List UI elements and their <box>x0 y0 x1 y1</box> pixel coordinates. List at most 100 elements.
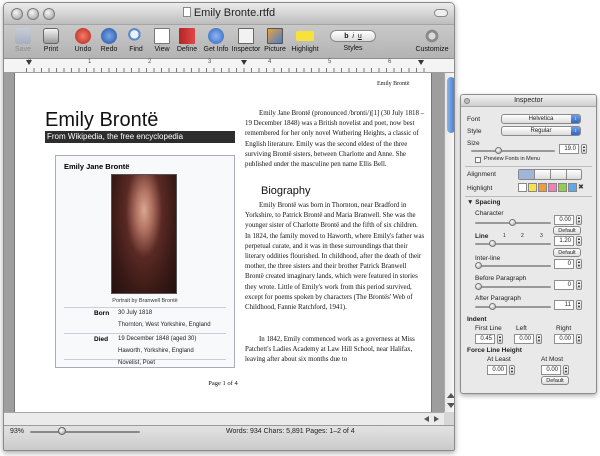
styles-control[interactable]: b i u Styles <box>329 28 377 52</box>
scroll-right-arrow-icon[interactable] <box>434 416 439 422</box>
size-field[interactable]: 19.0 <box>559 144 579 154</box>
line-default-button[interactable]: Default <box>553 248 581 257</box>
force-line-height-label: Force Line Height <box>467 347 522 354</box>
line-spacing-slider[interactable] <box>475 243 551 245</box>
clear-highlight-icon[interactable]: ✖ <box>578 183 584 191</box>
character-label: Character <box>475 210 504 217</box>
line-spacing-slider-knob[interactable] <box>489 240 496 247</box>
page[interactable]: Emily Brontë Emily Brontë From Wikipedia… <box>14 73 432 412</box>
view-button[interactable]: View <box>150 28 174 53</box>
interline-slider[interactable] <box>475 265 551 267</box>
interline-field[interactable]: 0 <box>554 259 574 269</box>
zoom-slider-knob[interactable] <box>58 427 66 435</box>
size-slider[interactable] <box>471 150 555 152</box>
scroll-left-arrow-icon[interactable] <box>424 416 429 422</box>
alignment-control[interactable] <box>518 169 582 180</box>
line-spacing-field[interactable]: 1.20 <box>554 236 574 246</box>
save-button[interactable]: Save <box>10 28 36 53</box>
force-line-height-default-button[interactable]: Default <box>541 376 569 385</box>
underline-glyph[interactable]: u <box>358 33 362 40</box>
before-paragraph-slider[interactable] <box>475 286 551 288</box>
right-indent-field[interactable]: 0.00 <box>554 334 574 344</box>
interline-stepper[interactable]: ▲ ▼ <box>576 259 582 269</box>
highlight-swatch[interactable] <box>528 183 537 192</box>
ruler-number: 6 <box>388 59 392 65</box>
redo-label: Redo <box>100 46 118 53</box>
spacing-label: Spacing <box>475 199 501 206</box>
at-least-field[interactable]: 0.00 <box>487 365 507 375</box>
vertical-scroll-thumb[interactable] <box>447 77 454 133</box>
divider <box>64 333 226 334</box>
define-button[interactable]: Define <box>174 28 200 53</box>
align-center-icon[interactable] <box>535 170 551 179</box>
character-default-button[interactable]: Default <box>553 226 581 235</box>
at-least-label: At Least <box>487 356 511 363</box>
font-popup[interactable]: Helvetica ↕ <box>501 114 581 124</box>
first-line-field[interactable]: 0.45 <box>475 334 495 344</box>
title-bar[interactable]: Emily Bronte.rtfd <box>4 3 454 25</box>
page-footer: Page 1 of 4 <box>208 380 238 387</box>
italic-glyph[interactable]: i <box>352 33 354 40</box>
get-info-button[interactable]: Get Info <box>202 28 230 53</box>
font-label: Font <box>467 116 481 123</box>
before-paragraph-field[interactable]: 0 <box>554 280 574 290</box>
find-button[interactable]: Find <box>124 28 148 53</box>
font-value: Helvetica <box>528 116 554 122</box>
scroll-up-arrow-icon[interactable] <box>447 393 454 398</box>
at-least-stepper[interactable]: ▲ ▼ <box>509 365 515 375</box>
divider <box>465 166 592 167</box>
highlight-swatch[interactable] <box>518 183 527 192</box>
highlight-button[interactable]: Highlight <box>289 28 321 53</box>
after-paragraph-stepper[interactable]: ▲ ▼ <box>576 300 582 310</box>
at-most-field[interactable]: 0.00 <box>541 365 561 375</box>
size-slider-knob[interactable] <box>495 147 502 154</box>
highlight-swatch[interactable] <box>568 183 577 192</box>
ruler-ticks <box>26 68 426 72</box>
left-indent-field[interactable]: 0.00 <box>514 334 534 344</box>
horizontal-scrollbar[interactable] <box>4 412 444 425</box>
inspector-icon <box>238 28 254 44</box>
right-indent-stepper[interactable]: ▲ ▼ <box>576 334 582 344</box>
before-paragraph-slider-knob[interactable] <box>475 283 482 290</box>
after-paragraph-slider-knob[interactable] <box>489 303 496 310</box>
line-spacing-stepper[interactable]: ▲ ▼ <box>576 236 582 246</box>
customize-button[interactable]: Customize <box>414 28 450 53</box>
highlight-swatch[interactable] <box>538 183 547 192</box>
bold-glyph[interactable]: b <box>344 33 348 40</box>
size-stepper[interactable]: ▲ ▼ <box>581 144 587 154</box>
character-stepper[interactable]: ▲ ▼ <box>576 215 582 225</box>
print-button[interactable]: Print <box>38 28 64 53</box>
inspector-title-bar[interactable]: Inspector <box>461 95 596 107</box>
undo-button[interactable]: Undo <box>70 28 96 53</box>
inspector-close-button[interactable] <box>464 98 470 104</box>
align-left-icon[interactable] <box>519 170 535 179</box>
before-paragraph-stepper[interactable]: ▲ ▼ <box>576 280 582 290</box>
highlight-swatch[interactable] <box>558 183 567 192</box>
scroll-down-arrow-icon[interactable] <box>447 403 454 408</box>
highlight-swatches[interactable]: ✖ <box>518 183 584 193</box>
align-right-icon[interactable] <box>567 170 582 179</box>
highlight-swatch[interactable] <box>548 183 557 192</box>
style-popup[interactable]: Regular ↕ <box>501 126 581 136</box>
zoom-slider[interactable] <box>30 431 140 433</box>
toolbar-toggle-button[interactable] <box>434 9 448 17</box>
character-slider-knob[interactable] <box>509 219 516 226</box>
right-margin-marker[interactable] <box>418 60 424 65</box>
first-line-stepper[interactable]: ▲ ▼ <box>497 334 503 344</box>
left-indent-stepper[interactable]: ▲ ▼ <box>536 334 542 344</box>
divider <box>64 307 226 308</box>
after-paragraph-field[interactable]: 11 <box>554 300 574 310</box>
picture-button[interactable]: Picture <box>262 28 288 53</box>
after-paragraph-slider[interactable] <box>475 306 551 308</box>
at-most-stepper[interactable]: ▲ ▼ <box>563 365 569 375</box>
align-justify-icon[interactable] <box>551 170 567 179</box>
spacing-section-header[interactable]: ▼ Spacing <box>467 199 501 206</box>
character-field[interactable]: 0.00 <box>554 215 574 225</box>
interline-slider-knob[interactable] <box>475 262 482 269</box>
ruler[interactable]: 0 1 2 3 4 5 6 <box>4 59 454 73</box>
vertical-scrollbar[interactable] <box>444 73 454 412</box>
preview-fonts-checkbox[interactable] <box>475 157 481 163</box>
inspector-button[interactable]: Inspector <box>230 28 262 53</box>
redo-button[interactable]: Redo <box>96 28 122 53</box>
tab-stop-marker[interactable] <box>241 60 247 65</box>
